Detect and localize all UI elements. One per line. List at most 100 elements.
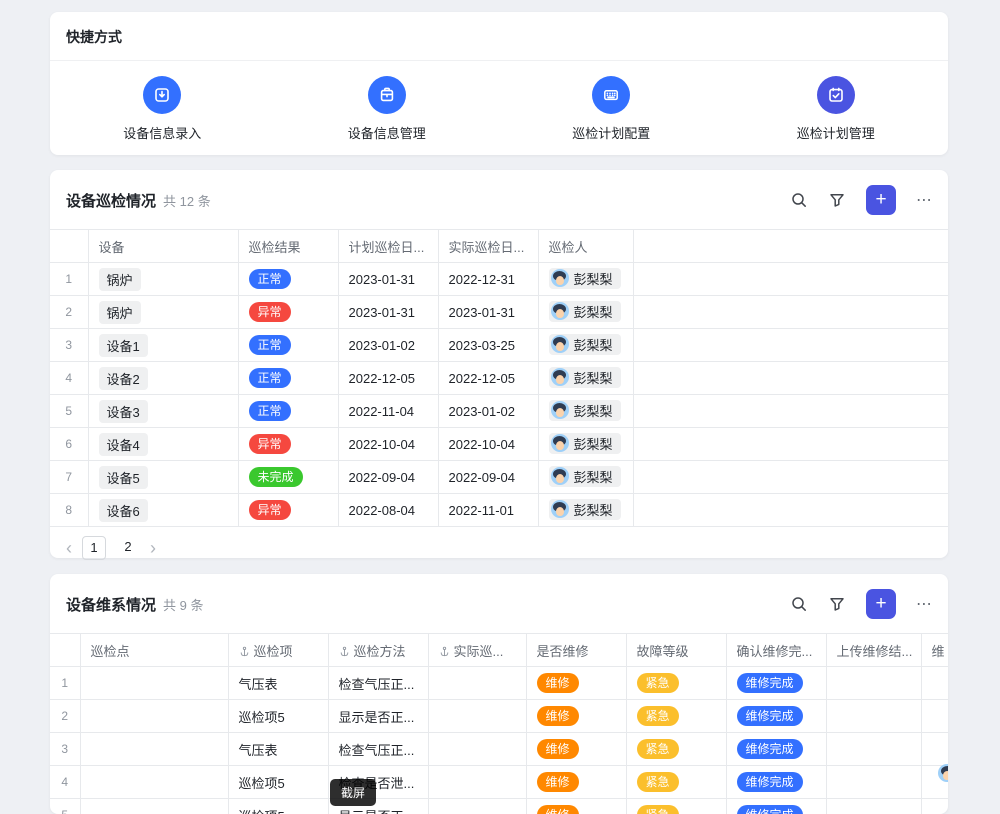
cell-inspector[interactable]: 彭梨梨 xyxy=(538,362,633,395)
cell-result[interactable]: 正常 xyxy=(238,263,338,296)
cell-item[interactable]: 巡检项5 xyxy=(228,700,328,733)
cell-point[interactable] xyxy=(80,733,228,766)
cell-actual[interactable] xyxy=(428,667,526,700)
cell-item[interactable]: 气压表 xyxy=(228,733,328,766)
cell-inspector[interactable]: 彭梨梨 xyxy=(538,296,633,329)
header-device[interactable]: 设备 xyxy=(88,230,238,263)
cell-device[interactable]: 设备2 xyxy=(88,362,238,395)
header-result[interactable]: 巡检结果 xyxy=(238,230,338,263)
cell-inspector[interactable]: 彭梨梨 xyxy=(538,494,633,527)
row-index[interactable]: 1 xyxy=(50,667,80,700)
cell-actual-date[interactable]: 2022-12-31 xyxy=(438,263,538,296)
cell-repair[interactable]: 维修 xyxy=(526,667,626,700)
cell-cutoff[interactable] xyxy=(921,799,948,814)
shortcut-plan-manage[interactable]: 巡检计划管理 xyxy=(724,76,949,142)
cell-inspector[interactable]: 彭梨梨 xyxy=(538,395,633,428)
page-1-button[interactable]: 1 xyxy=(82,536,106,560)
header-cutoff[interactable]: 维 xyxy=(921,634,948,667)
cell-item[interactable]: 巡检项5 xyxy=(228,766,328,799)
header-point[interactable]: 巡检点 xyxy=(80,634,228,667)
cell-repair[interactable]: 维修 xyxy=(526,733,626,766)
cell-fault-level[interactable]: 紧急 xyxy=(626,667,726,700)
cell-planned-date[interactable]: 2022-11-04 xyxy=(338,395,438,428)
cell-inspector[interactable]: 彭梨梨 xyxy=(538,461,633,494)
add-record-button[interactable]: + xyxy=(866,589,896,619)
cell-actual-date[interactable]: 2023-01-02 xyxy=(438,395,538,428)
row-index[interactable]: 5 xyxy=(50,395,88,428)
cell-device[interactable]: 设备3 xyxy=(88,395,238,428)
cell-cutoff[interactable] xyxy=(921,700,948,733)
shortcut-device-entry[interactable]: 设备信息录入 xyxy=(50,76,275,142)
row-index[interactable]: 1 xyxy=(50,263,88,296)
cell-actual[interactable] xyxy=(428,700,526,733)
cell-point[interactable] xyxy=(80,766,228,799)
cell-method[interactable]: 检查气压正... xyxy=(328,667,428,700)
cell-fault-level[interactable]: 紧急 xyxy=(626,766,726,799)
cell-upload[interactable] xyxy=(826,766,921,799)
cell-planned-date[interactable]: 2022-09-04 xyxy=(338,461,438,494)
row-index[interactable]: 3 xyxy=(50,733,80,766)
header-actual[interactable]: 实际巡... xyxy=(428,634,526,667)
next-page-button[interactable]: › xyxy=(150,537,156,559)
cell-actual-date[interactable]: 2022-10-04 xyxy=(438,428,538,461)
add-record-button[interactable]: + xyxy=(866,185,896,215)
cell-method[interactable]: 检查气压正... xyxy=(328,733,428,766)
header-actual-date[interactable]: 实际巡检日... xyxy=(438,230,538,263)
cell-confirm[interactable]: 维修完成 xyxy=(726,667,826,700)
header-upload[interactable]: 上传维修结... xyxy=(826,634,921,667)
header-planned-date[interactable]: 计划巡检日... xyxy=(338,230,438,263)
cell-actual-date[interactable]: 2022-09-04 xyxy=(438,461,538,494)
cell-result[interactable]: 异常 xyxy=(238,494,338,527)
row-index[interactable]: 2 xyxy=(50,700,80,733)
row-index[interactable]: 3 xyxy=(50,329,88,362)
cell-fault-level[interactable]: 紧急 xyxy=(626,700,726,733)
cell-result[interactable]: 正常 xyxy=(238,329,338,362)
row-index[interactable]: 6 xyxy=(50,428,88,461)
cell-planned-date[interactable]: 2023-01-02 xyxy=(338,329,438,362)
cell-confirm[interactable]: 维修完成 xyxy=(726,733,826,766)
cell-device[interactable]: 设备1 xyxy=(88,329,238,362)
header-confirm[interactable]: 确认维修完... xyxy=(726,634,826,667)
row-index[interactable]: 5 xyxy=(50,799,80,814)
cell-actual[interactable] xyxy=(428,733,526,766)
cell-cutoff[interactable] xyxy=(921,667,948,700)
header-method[interactable]: 巡检方法 xyxy=(328,634,428,667)
shortcut-device-manage[interactable]: 设备信息管理 xyxy=(275,76,500,142)
cell-confirm[interactable]: 维修完成 xyxy=(726,700,826,733)
row-index[interactable]: 4 xyxy=(50,362,88,395)
cell-fault-level[interactable]: 紧急 xyxy=(626,733,726,766)
cell-cutoff[interactable] xyxy=(921,733,948,766)
cell-point[interactable] xyxy=(80,799,228,814)
cell-actual[interactable] xyxy=(428,799,526,814)
more-button[interactable]: ⋯ xyxy=(916,594,932,614)
cell-inspector[interactable]: 彭梨梨 xyxy=(538,428,633,461)
cell-planned-date[interactable]: 2022-10-04 xyxy=(338,428,438,461)
row-index[interactable]: 7 xyxy=(50,461,88,494)
cell-result[interactable]: 未完成 xyxy=(238,461,338,494)
prev-page-button[interactable]: ‹ xyxy=(66,537,72,559)
row-index[interactable]: 2 xyxy=(50,296,88,329)
cell-device[interactable]: 锅炉 xyxy=(88,296,238,329)
page-2-button[interactable]: 2 xyxy=(116,536,140,560)
cell-upload[interactable] xyxy=(826,667,921,700)
header-item[interactable]: 巡检项 xyxy=(228,634,328,667)
shortcut-plan-config[interactable]: 巡检计划配置 xyxy=(499,76,724,142)
cell-result[interactable]: 正常 xyxy=(238,395,338,428)
header-inspector[interactable]: 巡检人 xyxy=(538,230,633,263)
cell-point[interactable] xyxy=(80,667,228,700)
cell-device[interactable]: 设备5 xyxy=(88,461,238,494)
more-button[interactable]: ⋯ xyxy=(916,190,932,210)
cell-repair[interactable]: 维修 xyxy=(526,700,626,733)
cell-actual-date[interactable]: 2022-11-01 xyxy=(438,494,538,527)
cell-actual-date[interactable]: 2023-01-31 xyxy=(438,296,538,329)
cell-repair[interactable]: 维修 xyxy=(526,799,626,814)
search-icon[interactable] xyxy=(790,595,808,613)
header-repair[interactable]: 是否维修 xyxy=(526,634,626,667)
row-index[interactable]: 4 xyxy=(50,766,80,799)
cell-item[interactable]: 气压表 xyxy=(228,667,328,700)
cell-point[interactable] xyxy=(80,700,228,733)
cell-planned-date[interactable]: 2022-12-05 xyxy=(338,362,438,395)
search-icon[interactable] xyxy=(790,191,808,209)
cell-fault-level[interactable]: 紧急 xyxy=(626,799,726,814)
cell-repair[interactable]: 维修 xyxy=(526,766,626,799)
